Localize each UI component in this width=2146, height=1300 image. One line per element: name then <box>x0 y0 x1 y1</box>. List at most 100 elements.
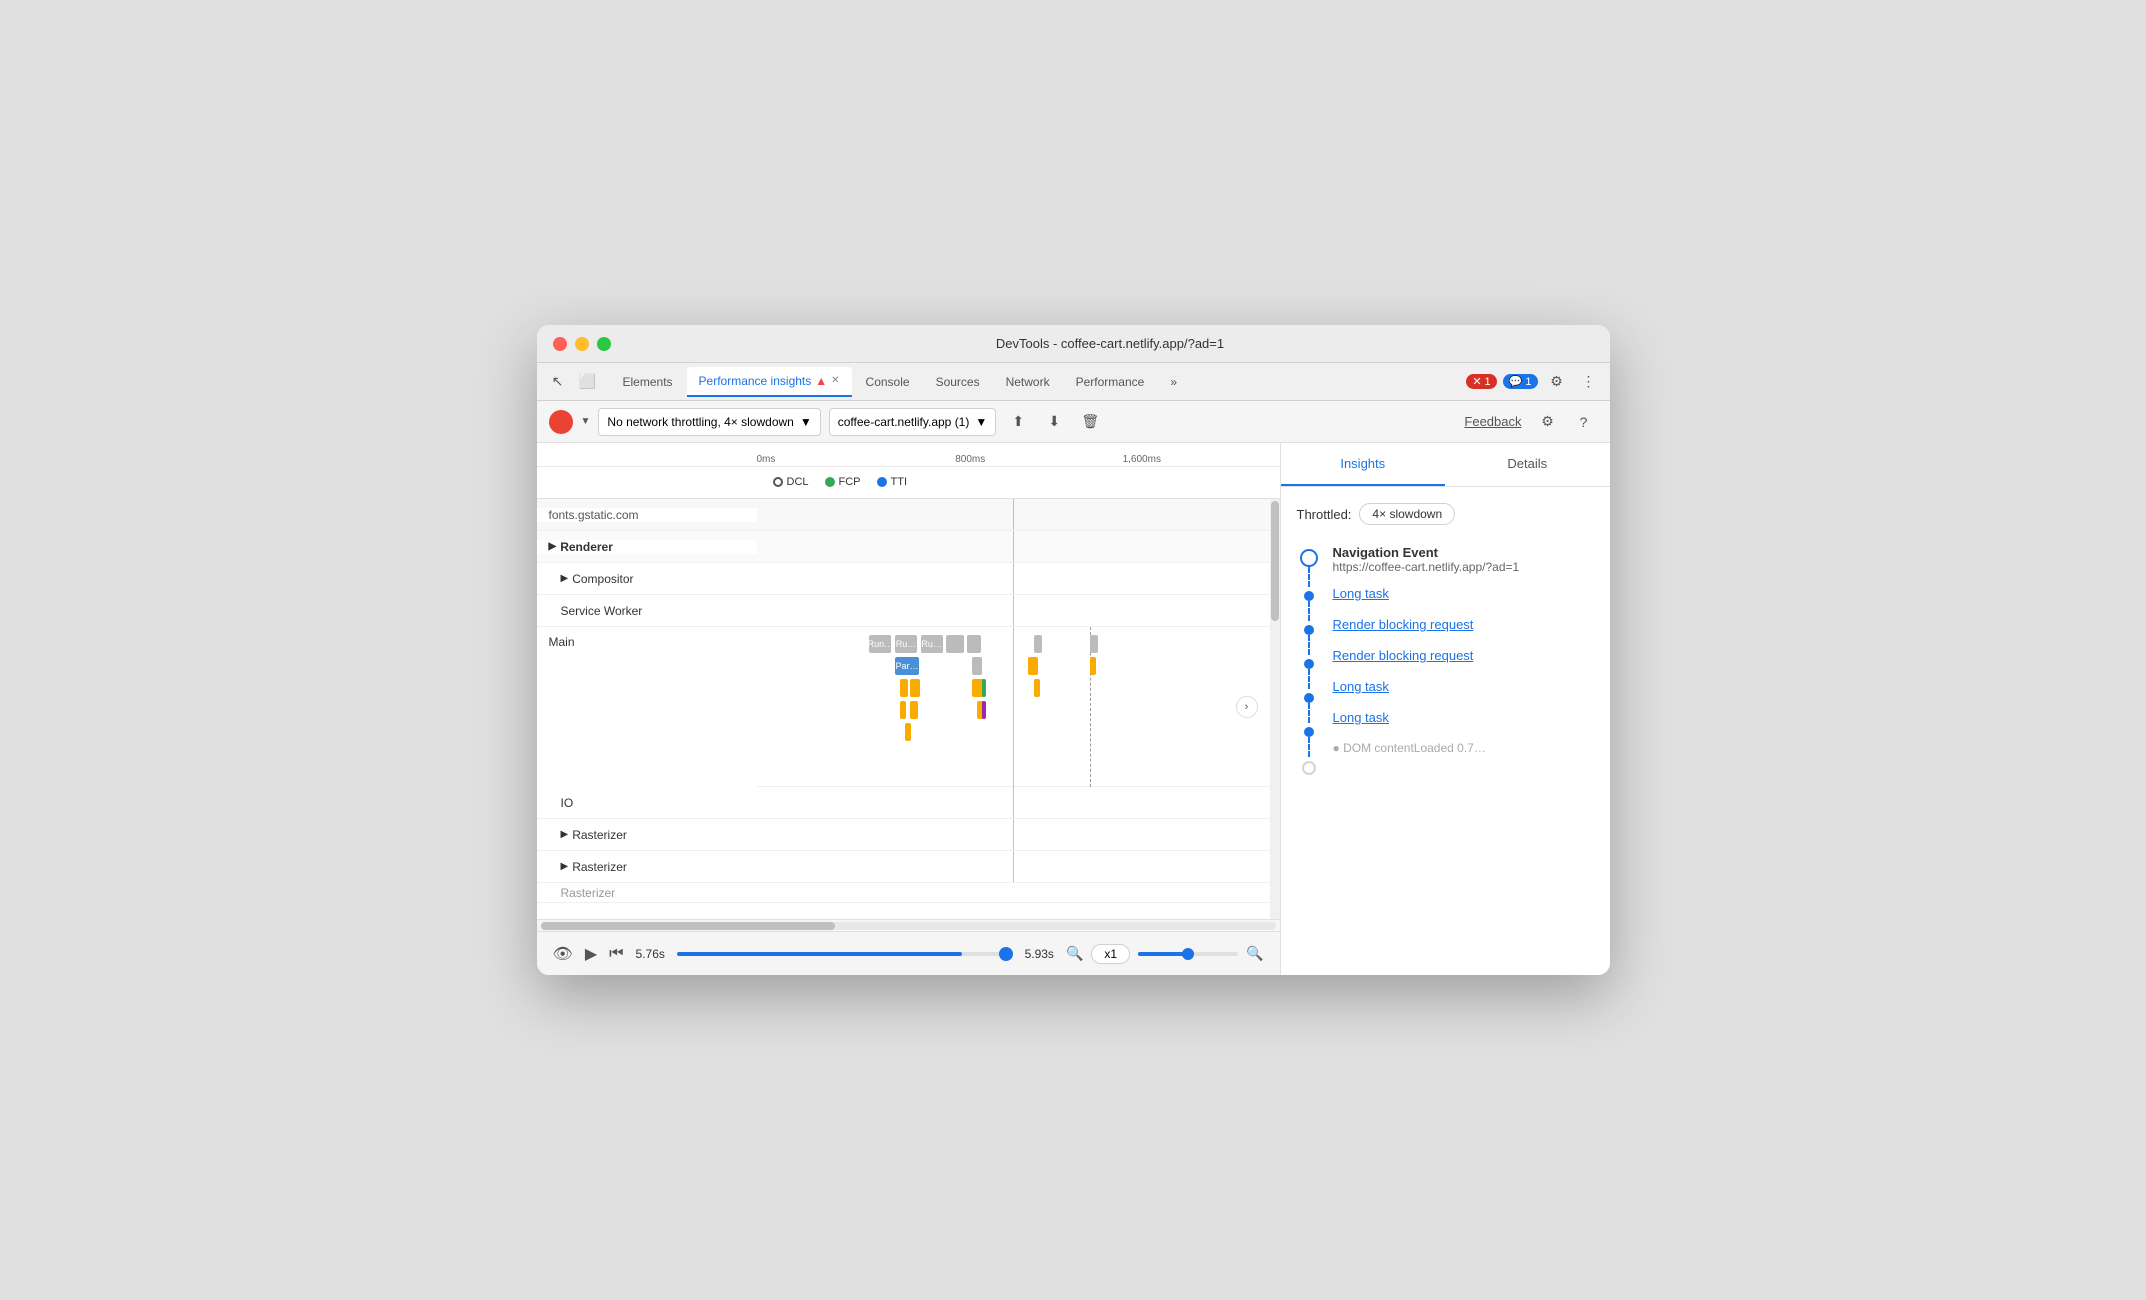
scrubber-thumb[interactable] <box>999 947 1013 961</box>
time-mark-800: 800ms <box>955 454 1035 465</box>
dashed-connector-3 <box>1308 635 1310 655</box>
help-icon[interactable]: ? <box>1570 408 1598 436</box>
expand-arrow-rast2-icon[interactable]: ▶ <box>561 861 569 872</box>
row-canvas-renderer[interactable] <box>757 531 1270 562</box>
timeline-row-rasterizer-2: ▶ Rasterizer <box>537 851 1270 883</box>
timeline-row-service-worker: Service Worker <box>537 595 1270 627</box>
screenshot-toggle[interactable]: 👁 <box>553 944 573 964</box>
task-fr-1 <box>1090 635 1098 653</box>
tti-dot-icon <box>877 477 887 487</box>
row-canvas-rasterizer-2[interactable] <box>757 851 1270 882</box>
throttling-dropdown[interactable]: No network throttling, 4× slowdown ▼ <box>598 408 820 436</box>
row-canvas-compositor[interactable] <box>757 563 1270 594</box>
dashed-connector-1 <box>1308 567 1310 587</box>
inspect-icon[interactable]: ⬜ <box>575 369 601 395</box>
tab-sources[interactable]: Sources <box>924 367 992 397</box>
page-arrow-icon: ▼ <box>975 415 987 429</box>
zoom-out-icon[interactable]: 🔍 <box>1066 945 1083 962</box>
tab-left-icons: ↖ ⬜ <box>545 369 601 395</box>
task-m-3 <box>982 679 986 697</box>
row-canvas-main[interactable]: Run… Ru… Ru… Par… <box>757 627 1270 787</box>
row-label-main: Main <box>537 627 757 787</box>
row-label-service-worker: Service Worker <box>537 604 757 618</box>
timeline-row-renderer: ▶ Renderer <box>537 531 1270 563</box>
events-col: Navigation Event https://coffee-cart.net… <box>1333 545 1594 775</box>
insight-link-4[interactable]: Long task <box>1333 710 1594 725</box>
download-icon[interactable]: ⬇ <box>1040 408 1068 436</box>
more-options-icon[interactable]: ⋮ <box>1576 369 1602 395</box>
tab-details[interactable]: Details <box>1445 443 1610 486</box>
vertical-line-compositor <box>1013 563 1014 594</box>
throttle-row: Throttled: 4× slowdown <box>1297 503 1594 525</box>
play-button[interactable]: ▶ <box>585 944 597 964</box>
info-badge[interactable]: 💬1 <box>1503 374 1538 389</box>
vertical-scrollbar[interactable] <box>1270 499 1280 919</box>
tab-right-icons: ✕1 💬1 ⚙ ⋮ <box>1466 369 1601 395</box>
fcp-dot-icon <box>825 477 835 487</box>
bullet-5 <box>1304 727 1314 737</box>
insight-link-2[interactable]: Render blocking request <box>1333 648 1594 663</box>
dashed-connector-2 <box>1308 601 1310 621</box>
delete-icon[interactable]: 🗑 <box>1076 408 1104 436</box>
h-scroll-thumb[interactable] <box>541 922 835 930</box>
tab-more[interactable]: » <box>1158 367 1189 397</box>
row-canvas-io[interactable] <box>757 787 1270 818</box>
error-badge[interactable]: ✕1 <box>1466 374 1496 389</box>
tab-console[interactable]: Console <box>854 367 922 397</box>
time-mark-1600: 1,600ms <box>1123 454 1203 465</box>
throttled-label: Throttled: <box>1297 507 1352 522</box>
upload-icon[interactable]: ⬆ <box>1004 408 1032 436</box>
expand-arrow-compositor-icon[interactable]: ▶ <box>561 573 569 584</box>
zoom-in-icon[interactable]: 🔍 <box>1246 945 1263 962</box>
page-selector[interactable]: coffee-cart.netlify.app (1) ▼ <box>829 408 997 436</box>
expand-arrow-rast1-icon[interactable]: ▶ <box>561 829 569 840</box>
row-canvas-fonts[interactable] <box>757 499 1270 530</box>
insights-body[interactable]: Throttled: 4× slowdown <box>1281 487 1610 975</box>
row-canvas-service-worker[interactable] <box>757 595 1270 626</box>
tab-performance-insights[interactable]: Performance insights ▲ ✕ <box>687 367 852 397</box>
go-start-button[interactable]: ⏮ <box>609 945 623 963</box>
tab-network[interactable]: Network <box>994 367 1062 397</box>
task-fr-2 <box>1090 657 1096 675</box>
close-button[interactable] <box>553 337 567 351</box>
timeline-row-io: IO <box>537 787 1270 819</box>
tab-close-icon[interactable]: ✕ <box>831 375 839 386</box>
insight-link-3[interactable]: Long task <box>1333 679 1594 694</box>
task-par-1: Par… <box>895 657 919 675</box>
insight-link-1[interactable]: Render blocking request <box>1333 617 1594 632</box>
scrollbar-thumb[interactable] <box>1271 501 1279 621</box>
record-dropdown[interactable]: ▼ <box>581 416 591 427</box>
zoom-thumb[interactable] <box>1182 948 1194 960</box>
tab-elements[interactable]: Elements <box>611 367 685 397</box>
insight-link-0[interactable]: Long task <box>1333 586 1594 601</box>
tab-performance[interactable]: Performance <box>1064 367 1157 397</box>
nav-event-title: Navigation Event <box>1333 545 1594 560</box>
timeline-body[interactable]: fonts.gstatic.com ▶ Renderer <box>537 499 1270 919</box>
task-y-4 <box>910 701 918 719</box>
maximize-button[interactable] <box>597 337 611 351</box>
vertical-line-rast2 <box>1013 851 1014 882</box>
fcp-milestone: FCP <box>825 476 861 488</box>
scrubber-track[interactable] <box>677 952 1013 956</box>
dcl-milestone: DCL <box>773 476 809 488</box>
cursor-icon[interactable]: ↖ <box>545 369 571 395</box>
tab-insights[interactable]: Insights <box>1281 443 1446 486</box>
zoom-level: x1 <box>1091 944 1130 964</box>
minimize-button[interactable] <box>575 337 589 351</box>
settings2-icon[interactable]: ⚙ <box>1534 408 1562 436</box>
throttling-arrow-icon: ▼ <box>800 415 812 429</box>
insight-link-5[interactable]: ● DOM contentLoaded 0.7… <box>1333 741 1594 755</box>
row-label-io: IO <box>537 796 757 810</box>
horizontal-scrollbar[interactable] <box>537 919 1280 931</box>
dashed-connector-6 <box>1308 737 1310 757</box>
tti-milestone: TTI <box>877 476 908 488</box>
row-canvas-rasterizer-1[interactable] <box>757 819 1270 850</box>
zoom-track[interactable] <box>1138 952 1238 956</box>
h-scroll-track[interactable] <box>541 922 1276 930</box>
record-button[interactable] <box>549 410 573 434</box>
expand-arrow-renderer-icon[interactable]: ▶ <box>549 541 557 552</box>
settings-icon[interactable]: ⚙ <box>1544 369 1570 395</box>
row-canvas-rasterizer-3[interactable] <box>757 883 1270 902</box>
feedback-link[interactable]: Feedback <box>1464 414 1521 429</box>
nav-arrow-icon[interactable]: › <box>1236 696 1258 718</box>
